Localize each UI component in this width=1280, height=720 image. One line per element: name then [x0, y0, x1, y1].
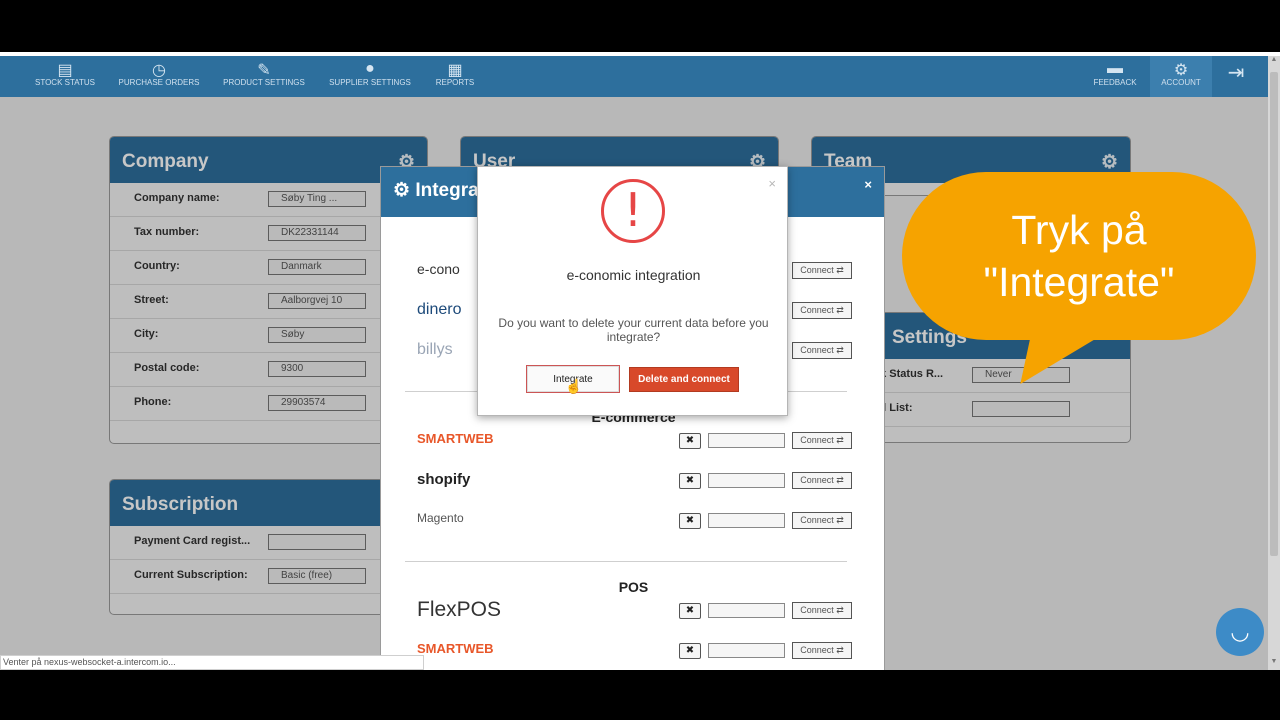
magento-key-input[interactable] — [708, 513, 785, 528]
pencil-icon: ✎ — [257, 62, 271, 79]
smartweb-logo: SMARTWEB — [417, 431, 494, 446]
shopify-key-input[interactable] — [708, 473, 785, 488]
clipboard-icon: ▦ — [447, 62, 463, 79]
integration-row-magento: Magento ✖ Connect ⇄ — [381, 507, 886, 537]
section-divider — [405, 561, 847, 562]
callout-text: Tryk på "Integrate" — [902, 204, 1256, 308]
nav-product-settings-label: PRODUCT SETTINGS — [223, 78, 305, 87]
flexpos-remove-button[interactable]: ✖ — [679, 603, 701, 619]
chat-launcher-button[interactable]: ◡ — [1216, 608, 1264, 656]
gear-icon: ⚙ — [1173, 62, 1189, 79]
clock-icon: ◷ — [152, 62, 166, 79]
nav-feedback-label: FEEDBACK — [1093, 78, 1137, 87]
nav-purchase-orders[interactable]: ◷ PURCHASE ORDERS — [112, 56, 206, 97]
nav-stock-status[interactable]: ▤ STOCK STATUS — [24, 56, 106, 97]
top-navbar: ▤ STOCK STATUS ◷ PURCHASE ORDERS ✎ PRODU… — [0, 56, 1268, 97]
chat-icon: ◡ — [1230, 619, 1250, 644]
scrollbar-thumb[interactable] — [1270, 72, 1278, 556]
browser-status-bar: Venter på nexus-websocket-a.intercom.io.… — [0, 655, 424, 670]
integration-row-shopify: shopify ✖ Connect ⇄ — [381, 467, 886, 497]
delete-and-connect-button[interactable]: Delete and connect — [629, 367, 739, 392]
shopify-remove-button[interactable]: ✖ — [679, 473, 701, 489]
nav-account-label: ACCOUNT — [1161, 78, 1201, 87]
nav-feedback[interactable]: ▬ FEEDBACK — [1086, 56, 1144, 97]
nav-logout[interactable]: ⇥ — [1214, 56, 1258, 97]
smartweb-pos-key-input[interactable] — [708, 643, 785, 658]
callout-line-2: "Integrate" — [983, 259, 1175, 305]
gear-icon: ⚙ — [393, 180, 411, 201]
smartweb-key-input[interactable] — [708, 433, 785, 448]
smartweb-connect-button[interactable]: Connect ⇄ — [792, 432, 852, 449]
nav-supplier-settings-label: SUPPLIER SETTINGS — [329, 78, 411, 87]
nav-stock-status-label: STOCK STATUS — [34, 78, 95, 87]
shopify-logo: shopify — [417, 471, 471, 488]
flexpos-logo: FlexPOS — [417, 598, 502, 621]
alert-icon: ! — [601, 179, 665, 243]
smartweb-remove-button[interactable]: ✖ — [679, 433, 701, 449]
flexpos-connect-button[interactable]: Connect ⇄ — [792, 602, 852, 619]
user-icon: ● — [365, 60, 375, 77]
page-scrollbar[interactable]: ▲ ▼ — [1268, 56, 1280, 670]
confirm-dialog: × ! e-conomic integration Do you want to… — [477, 166, 788, 416]
billys-connect-button[interactable]: Connect ⇄ — [792, 342, 852, 359]
close-icon[interactable]: × — [864, 177, 872, 192]
billys-logo: billys — [417, 341, 453, 358]
app-viewport: ▤ STOCK STATUS ◷ PURCHASE ORDERS ✎ PRODU… — [0, 52, 1280, 670]
dialog-title: e-conomic integration — [566, 267, 701, 283]
integration-row-smartweb: SMARTWEB ✖ Connect ⇄ — [381, 427, 886, 457]
nav-reports-label: REPORTS — [435, 78, 475, 87]
integration-row-smartweb-pos: SMARTWEB ✖ Connect ⇄ — [381, 637, 886, 667]
dinero-connect-button[interactable]: Connect ⇄ — [792, 302, 852, 319]
flexpos-key-input[interactable] — [708, 603, 785, 618]
nav-reports[interactable]: ▦ REPORTS — [428, 56, 482, 97]
nav-account[interactable]: ⚙ ACCOUNT — [1150, 56, 1212, 97]
nav-product-settings[interactable]: ✎ PRODUCT SETTINGS — [216, 56, 312, 97]
nav-purchase-orders-label: PURCHASE ORDERS — [118, 78, 200, 87]
smartweb-pos-remove-button[interactable]: ✖ — [679, 643, 701, 659]
pos-section-title: POS — [618, 579, 649, 595]
economic-connect-button[interactable]: Connect ⇄ — [792, 262, 852, 279]
magento-connect-button[interactable]: Connect ⇄ — [792, 512, 852, 529]
magento-remove-button[interactable]: ✖ — [679, 513, 701, 529]
callout-line-1: Tryk på — [1011, 207, 1147, 253]
dinero-logo: dinero — [417, 301, 462, 318]
economic-logo: e-cono — [417, 261, 460, 277]
dialog-message: Do you want to delete your current data … — [498, 316, 769, 344]
chat-icon: ▬ — [1107, 60, 1123, 77]
nav-supplier-settings[interactable]: ● SUPPLIER SETTINGS — [322, 56, 418, 97]
hand-cursor-icon: ☝ — [565, 378, 583, 394]
magento-logo: Magento — [417, 511, 464, 525]
shopify-connect-button[interactable]: Connect ⇄ — [792, 472, 852, 489]
integration-row-flexpos: FlexPOS ✖ Connect ⇄ — [381, 597, 886, 627]
scroll-down-icon[interactable]: ▼ — [1268, 658, 1280, 670]
smartweb-pos-logo: SMARTWEB — [417, 641, 494, 656]
close-icon[interactable]: × — [768, 176, 776, 191]
scroll-up-icon[interactable]: ▲ — [1268, 56, 1280, 68]
logout-icon: ⇥ — [1227, 62, 1245, 84]
list-icon: ▤ — [57, 62, 73, 79]
smartweb-pos-connect-button[interactable]: Connect ⇄ — [792, 642, 852, 659]
integrations-panel-title: Integra — [415, 180, 479, 201]
